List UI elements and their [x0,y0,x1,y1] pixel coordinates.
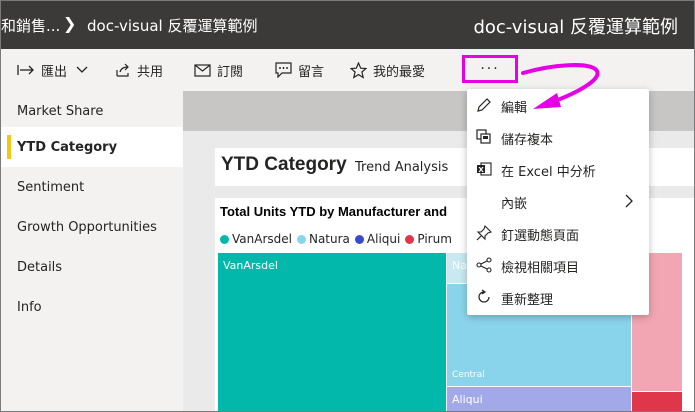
menu-label: 釘選動態頁面 [501,229,580,244]
menu-label: 在 Excel 中分析 [501,165,596,180]
legend-label: Natura [308,232,350,246]
page-title: YTD Category [221,154,347,175]
star-icon [350,61,367,79]
favorite-button[interactable]: 我的最愛 [350,49,425,91]
page-navigation: Market Share YTD Category Sentiment Grow… [1,91,183,411]
menu-item-analyze-excel[interactable]: X 在 Excel 中分析 [467,153,649,185]
breadcrumb-report[interactable]: doc-visual 反覆運算範例 [87,15,257,36]
app-window: 和銷售... ❯ doc-visual 反覆運算範例 doc-visual 反覆… [0,0,695,412]
tile-aliqui[interactable]: Aliqui [447,387,631,411]
pin-icon [476,225,492,241]
related-icon [476,257,492,273]
mail-icon [194,63,211,77]
nav-item-details[interactable]: Details [1,247,183,287]
breadcrumb-separator-icon: ❯ [63,14,77,33]
menu-label: 重新整理 [501,293,554,308]
tile-label-aliqui: Aliqui [452,393,483,406]
chevron-right-icon [625,194,633,208]
legend-marker [354,234,364,244]
chevron-down-icon [76,66,88,73]
nav-item-market-share[interactable]: Market Share [1,91,183,131]
tile-pirum-dark[interactable] [632,392,682,411]
legend-item-natura[interactable]: Natura [296,232,350,246]
breadcrumb-workspace[interactable]: 和銷售... [1,15,60,36]
subscribe-button[interactable]: 訂閱 [194,49,243,91]
legend-marker [405,234,415,244]
svg-text:X: X [478,166,484,174]
tile-vanarsdel[interactable]: VanArsdel [218,253,446,411]
nav-item-sentiment[interactable]: Sentiment [1,167,183,207]
export-button[interactable]: 匯出 [17,49,89,91]
legend-label: Aliqui [366,232,401,246]
legend-marker [296,234,306,244]
page-subtitle: Trend Analysis [355,160,449,175]
more-options-button[interactable]: ··· [462,55,518,83]
nav-item-ytd-category[interactable]: YTD Category [1,127,183,167]
subscribe-label: 訂閱 [217,64,244,80]
action-bar: 匯出 共用 訂閱 留言 我的最愛 ··· [1,49,694,91]
pencil-icon [477,98,491,112]
visual-title: Total Units YTD by Manufacturer and [220,204,448,219]
comments-label: 留言 [298,64,325,80]
title-bar: 和銷售... ❯ doc-visual 反覆運算範例 doc-visual 反覆… [1,1,694,49]
tile-label-vanarsdel: VanArsdel [223,259,278,272]
comment-icon [275,62,292,78]
legend-item-vanarsdel[interactable]: VanArsdel [220,232,292,246]
legend-item-pirum[interactable]: Pirum [405,232,452,246]
refresh-icon [478,289,490,303]
menu-label: 編輯 [501,101,528,116]
menu-item-pin-live-page[interactable]: 釘選動態頁面 [467,217,649,249]
menu-item-edit[interactable]: 編輯 [467,89,649,121]
menu-item-embed[interactable]: 內嵌 [467,185,649,217]
chart-legend: VanArsdel Natura Aliqui Pirum [220,232,457,246]
menu-label: 檢視相關項目 [501,261,580,276]
menu-item-save-copy[interactable]: 儲存複本 [467,121,649,153]
menu-label: 內嵌 [501,197,528,212]
share-label: 共用 [137,64,164,80]
nav-item-growth-opportunities[interactable]: Growth Opportunities [1,207,183,247]
excel-icon: X [477,162,492,176]
nav-item-info[interactable]: Info [1,287,183,327]
share-button[interactable]: 共用 [115,49,163,91]
favorite-label: 我的最愛 [373,64,426,80]
tile-label-central: Central [452,370,485,380]
copy-icon [476,129,491,144]
report-name: doc-visual 反覆運算範例 [473,17,678,38]
menu-item-refresh[interactable]: 重新整理 [467,281,649,313]
menu-label: 儲存複本 [501,133,554,148]
comments-button[interactable]: 留言 [275,49,324,91]
export-label: 匯出 [41,64,68,80]
export-icon [17,65,34,75]
tile-label-natura: Na [452,259,467,272]
legend-label: Pirum [417,232,452,246]
menu-item-view-related[interactable]: 檢視相關項目 [467,249,649,281]
legend-item-aliqui[interactable]: Aliqui [354,232,401,246]
legend-label: VanArsdel [232,232,292,246]
legend-marker [220,234,229,244]
share-icon [116,63,129,77]
more-options-menu: 編輯 儲存複本 X 在 Excel 中分析 內嵌 釘選動態頁面 檢視相關項目 重… [467,89,649,315]
